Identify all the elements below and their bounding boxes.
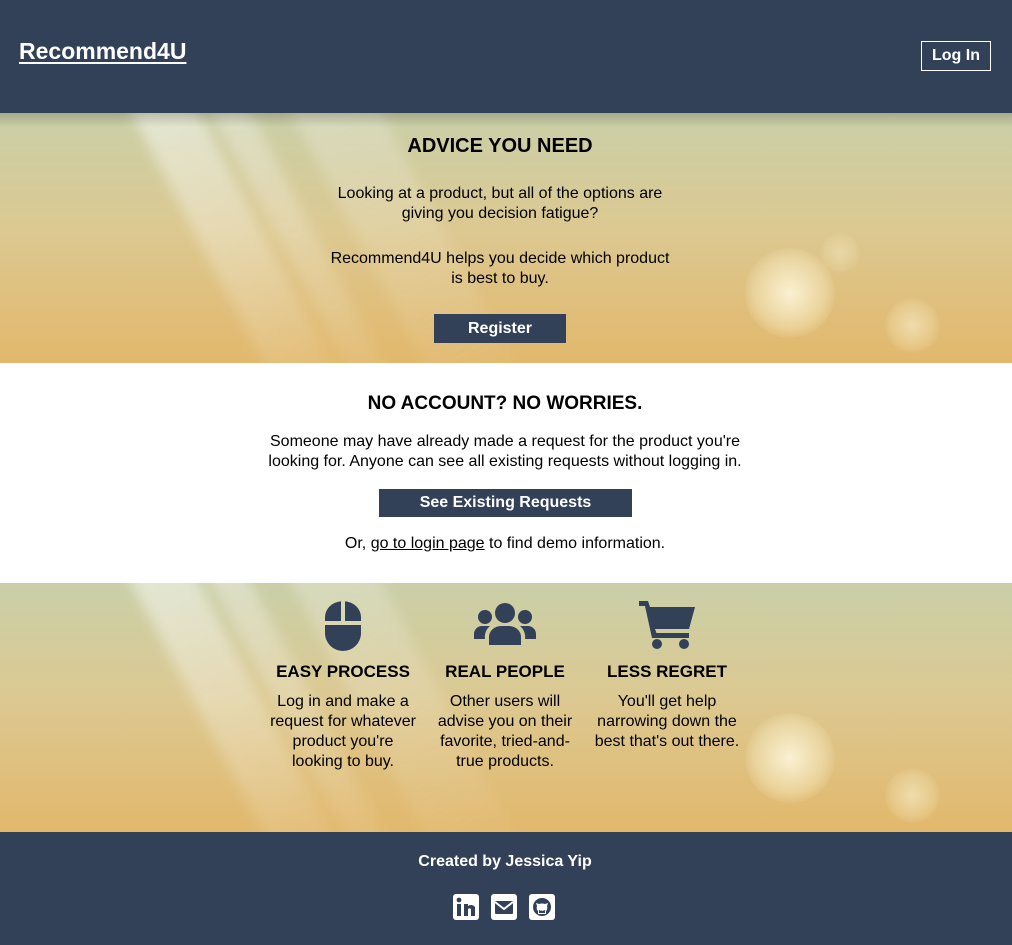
hero-line-2: Recommend4U helps you decide which produ… <box>330 250 670 287</box>
login-hint: Or, go to login page to find demo inform… <box>0 535 1010 553</box>
feature-title: EASY PROCESS <box>276 662 410 681</box>
github-icon[interactable] <box>528 893 556 921</box>
register-button[interactable]: Register <box>434 314 566 343</box>
social-links <box>452 893 556 921</box>
no-account-title: NO ACCOUNT? NO WORRIES. <box>367 393 643 414</box>
no-account-description: Someone may have already made a request … <box>268 433 742 470</box>
login-hint-prefix: Or, <box>344 535 367 552</box>
linkedin-icon[interactable] <box>452 893 480 921</box>
no-account-section: NO ACCOUNT? NO WORRIES. Someone may have… <box>0 363 1012 583</box>
users-icon <box>430 601 580 653</box>
hero-title: ADVICE YOU NEED <box>407 135 593 157</box>
features-section: EASY PROCESS Log in and make a request f… <box>0 583 1012 832</box>
brand-link[interactable]: Recommend4U <box>19 38 186 65</box>
site-header: Recommend4U Log In <box>0 0 1012 113</box>
site-footer: Created by Jessica Yip <box>0 832 1012 945</box>
footer-credit: Created by Jessica Yip <box>418 853 592 870</box>
go-to-login-link[interactable]: go to login page <box>371 535 485 552</box>
login-hint-suffix: to find demo information. <box>489 535 666 552</box>
feature-title: REAL PEOPLE <box>445 662 565 681</box>
hero-section: ADVICE YOU NEED Looking at a product, bu… <box>0 113 1012 363</box>
cart-icon <box>592 601 742 653</box>
feature-text: Other users will advise you on their fav… <box>437 693 573 770</box>
login-button[interactable]: Log In <box>921 41 991 71</box>
feature-text: You'll get help narrowing down the best … <box>594 693 740 750</box>
feature-title: LESS REGRET <box>607 662 727 681</box>
feature-text: Log in and make a request for whatever p… <box>270 693 416 770</box>
envelope-icon[interactable] <box>490 893 518 921</box>
mouse-icon <box>268 601 418 653</box>
see-existing-requests-button[interactable]: See Existing Requests <box>379 489 632 517</box>
hero-line-1: Looking at a product, but all of the opt… <box>337 185 663 222</box>
